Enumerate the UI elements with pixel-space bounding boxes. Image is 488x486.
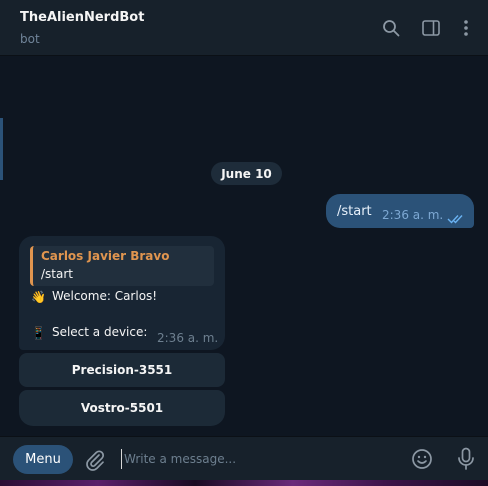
search-icon[interactable]	[381, 18, 401, 38]
welcome-text: Welcome: Carlos!	[51, 289, 158, 303]
paperclip-icon[interactable]	[84, 449, 106, 475]
message-input[interactable]	[121, 449, 394, 469]
scroll-indicator	[0, 118, 3, 180]
incoming-message-time: 2:36 a. m.	[157, 331, 219, 345]
device-button-precision-3551[interactable]: Precision-3551	[19, 353, 225, 387]
message-composer: Menu	[0, 436, 488, 480]
chat-header: TheAlienNerdBot bot	[0, 0, 488, 56]
desktop-wallpaper-strip	[0, 480, 488, 486]
incoming-message[interactable]: Carlos Javier Bravo /start 👋 Welcome: Car…	[19, 236, 225, 350]
sidebar-toggle-icon[interactable]	[421, 18, 441, 38]
mobile-phone-icon: 📱	[31, 325, 46, 340]
welcome-line: 👋 Welcome: Carlos!	[31, 289, 157, 304]
outgoing-message-time: 2:36 a. m.	[382, 208, 444, 222]
reply-author: Carlos Javier Bravo	[41, 249, 170, 263]
select-device-line: 📱 Select a device:	[31, 325, 147, 340]
outgoing-message[interactable]: /start 2:36 a. m.	[326, 194, 474, 228]
emoji-icon[interactable]	[411, 448, 433, 474]
chat-subtitle: bot	[20, 32, 40, 46]
double-check-icon	[447, 209, 465, 228]
device-button-vostro-5501[interactable]: Vostro-5501	[19, 390, 225, 426]
reply-preview[interactable]: Carlos Javier Bravo /start	[30, 246, 214, 286]
select-device-text: Select a device:	[51, 325, 148, 339]
microphone-icon[interactable]	[456, 447, 476, 475]
menu-button[interactable]: Menu	[13, 445, 73, 474]
more-vertical-icon[interactable]	[456, 18, 476, 38]
date-separator: June 10	[211, 162, 282, 185]
reply-text: /start	[41, 267, 73, 281]
chat-title[interactable]: TheAlienNerdBot	[20, 10, 144, 25]
outgoing-message-text: /start	[337, 204, 372, 219]
waving-hand-icon: 👋	[31, 289, 46, 304]
